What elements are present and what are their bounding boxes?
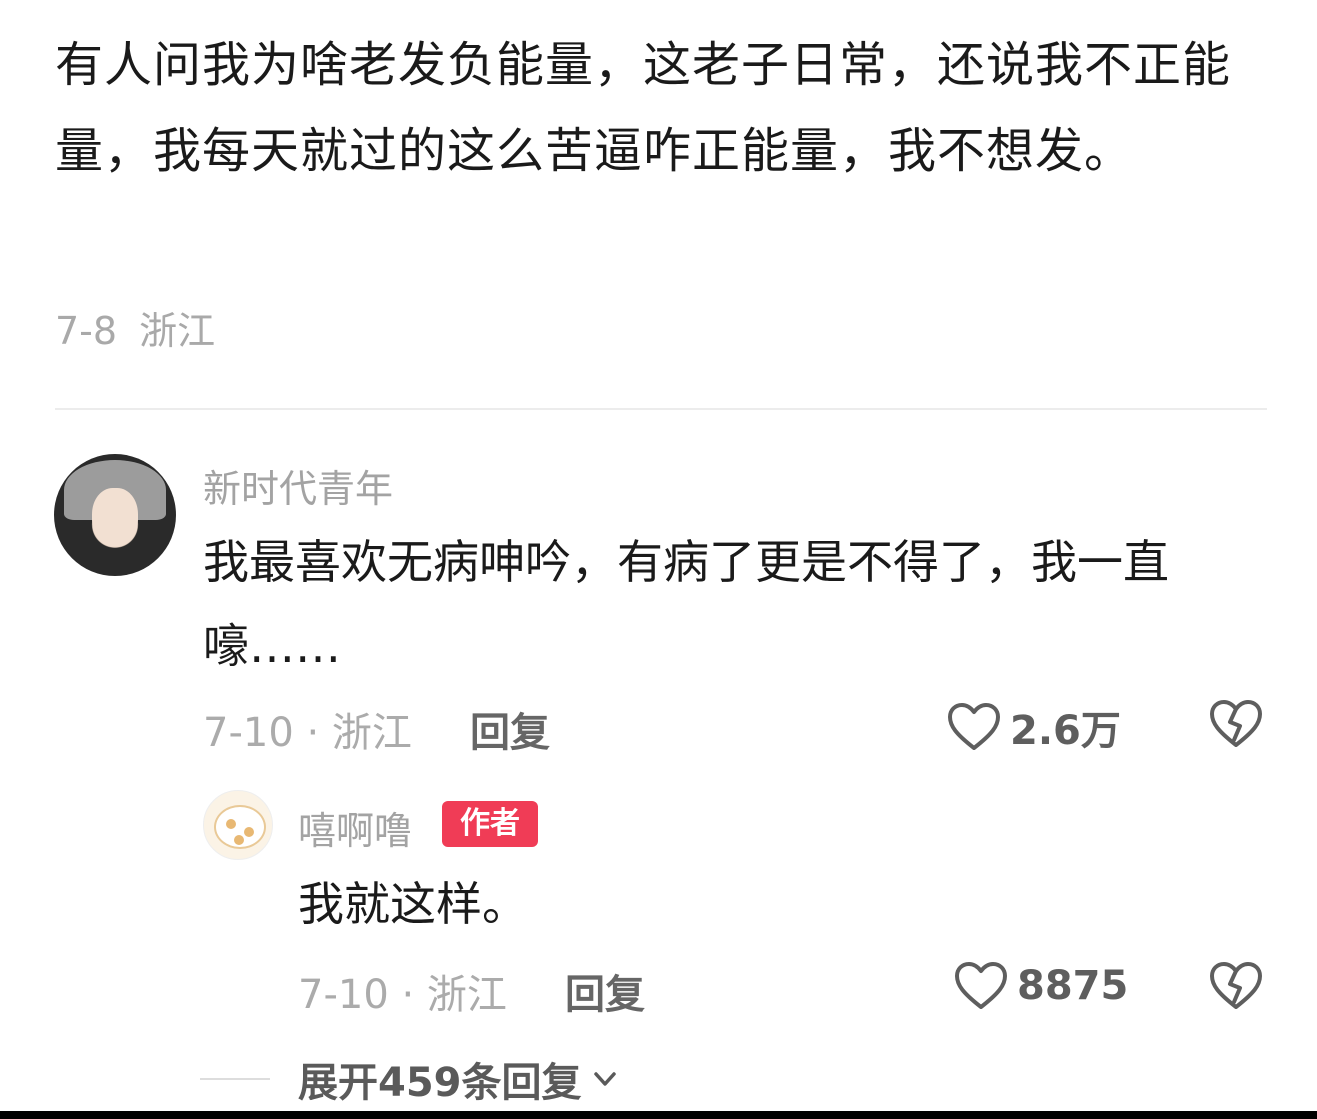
bottom-edge xyxy=(0,1111,1317,1119)
comment-username[interactable]: 新时代青年 xyxy=(203,458,393,513)
reply-reply-button[interactable]: 回复 xyxy=(565,962,645,1020)
post-location: 浙江 xyxy=(139,309,216,353)
comment-text: 我最喜欢无病呻吟，有病了更是不得了，我一直嚎…… xyxy=(203,535,1169,673)
like-button[interactable]: 2.6万 xyxy=(946,698,1121,756)
author-badge: 作者 xyxy=(442,801,538,847)
expand-line xyxy=(200,1078,270,1080)
avatar[interactable] xyxy=(54,454,176,576)
dislike-button[interactable] xyxy=(1208,698,1264,750)
like-count: 2.6万 xyxy=(1010,708,1121,754)
reply-username[interactable]: 嘻啊噜 xyxy=(298,800,412,855)
expand-replies-button[interactable]: 展开459条回复 xyxy=(200,1050,622,1108)
divider xyxy=(55,408,1267,410)
chevron-down-icon xyxy=(593,1072,616,1086)
reply-text: 我就这样。 xyxy=(298,877,528,931)
post-date: 7-8 xyxy=(55,309,118,353)
post-text: 有人问我为啥老发负能量，这老子日常，还说我不正能量，我每天就过的这么苦逼咋正能量… xyxy=(55,37,1232,179)
reply-like-count: 8875 xyxy=(1017,963,1129,1009)
post-meta: 7-8 浙江 xyxy=(55,300,215,355)
reply-button[interactable]: 回复 xyxy=(470,700,550,758)
broken-heart-icon xyxy=(1210,700,1262,747)
broken-heart-icon xyxy=(1210,962,1262,1009)
reply-meta: 7-10 · 浙江 xyxy=(298,972,507,1018)
expand-replies-label: 展开459条回复 xyxy=(298,1060,582,1106)
comment-meta: 7-10 · 浙江 xyxy=(203,710,412,756)
reply-dislike-button[interactable] xyxy=(1208,960,1264,1012)
reply-avatar[interactable] xyxy=(203,790,273,860)
reply-like-button[interactable]: 8875 xyxy=(953,960,1128,1012)
heart-outline-icon xyxy=(948,703,1000,750)
heart-outline-icon xyxy=(955,962,1007,1009)
